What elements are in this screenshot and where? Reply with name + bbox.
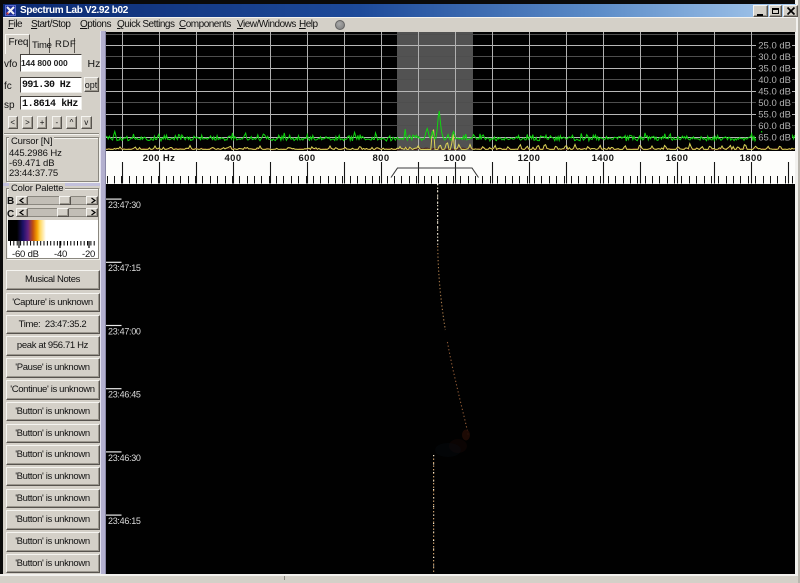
svg-text:1400: 1400: [592, 153, 615, 164]
svg-text:1600: 1600: [666, 153, 689, 164]
svg-text:800: 800: [372, 153, 389, 164]
svg-text:55.0 dB: 55.0 dB: [758, 110, 791, 121]
svg-text:45.0 dB: 45.0 dB: [758, 87, 791, 98]
svg-text:23:46:30: 23:46:30: [108, 453, 141, 463]
svg-text:23:47:30: 23:47:30: [108, 200, 141, 210]
svg-text:200 Hz: 200 Hz: [143, 153, 176, 164]
svg-text:35.0 dB: 35.0 dB: [758, 64, 791, 75]
svg-text:30.0 dB: 30.0 dB: [758, 52, 791, 63]
svg-text:50.0 dB: 50.0 dB: [758, 98, 791, 109]
svg-text:600: 600: [298, 153, 315, 164]
svg-text:400: 400: [224, 153, 241, 164]
svg-text:23:46:15: 23:46:15: [108, 516, 141, 526]
svg-text:23:47:15: 23:47:15: [108, 263, 141, 273]
svg-text:23:46:45: 23:46:45: [108, 390, 141, 400]
svg-text:1800: 1800: [740, 153, 763, 164]
svg-text:60.0 dB: 60.0 dB: [758, 121, 791, 132]
svg-text:40.0 dB: 40.0 dB: [758, 75, 791, 86]
svg-text:1000: 1000: [444, 153, 467, 164]
svg-text:25.0 dB: 25.0 dB: [758, 41, 791, 52]
svg-text:65.0 dB: 65.0 dB: [758, 133, 791, 144]
svg-text:1200: 1200: [518, 153, 541, 164]
svg-text:23:47:00: 23:47:00: [108, 326, 141, 336]
